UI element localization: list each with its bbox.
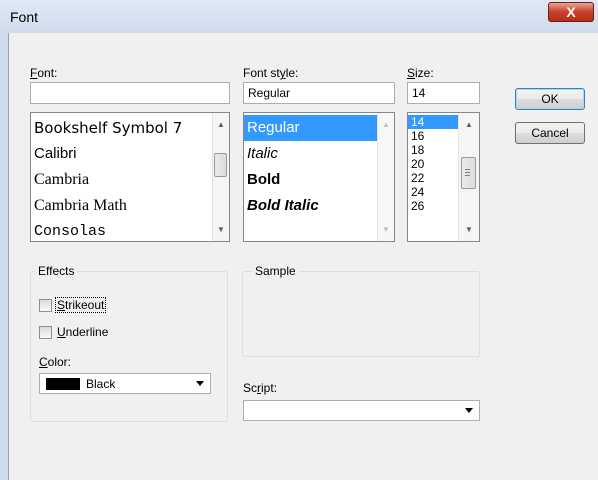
size-list-scrollbar[interactable]: ▲ ▼	[458, 113, 479, 241]
cancel-button[interactable]: Cancel	[515, 122, 585, 144]
style-list-item-italic[interactable]: Italic	[244, 141, 377, 167]
close-icon: X	[566, 4, 576, 20]
font-list-item-cambria[interactable]: Cambria	[31, 167, 212, 193]
color-label-text: olor:	[47, 355, 72, 369]
color-swatch	[46, 378, 80, 390]
close-button[interactable]: X	[548, 2, 594, 22]
font-style-label-a: Font st	[243, 66, 280, 80]
size-list-item-22[interactable]: 22	[408, 171, 458, 185]
color-select[interactable]: Black	[39, 373, 211, 394]
size-list-item-18[interactable]: 18	[408, 143, 458, 157]
dialog-title: Font	[10, 9, 39, 25]
style-list-item-bold-italic[interactable]: Bold Italic	[244, 193, 377, 219]
underline-text: nderline	[65, 325, 109, 339]
script-label: Script:	[243, 381, 277, 395]
effects-group-title: Effects	[35, 264, 78, 278]
font-style-label-b: le:	[285, 66, 299, 80]
script-label-a: Sc	[243, 381, 258, 395]
underline-checkbox[interactable]	[39, 326, 52, 339]
size-label-text: ize:	[415, 66, 434, 80]
font-list-item-calibri[interactable]: Calibri	[31, 141, 212, 167]
color-label: Color:	[39, 355, 71, 369]
size-list-item-14[interactable]: 14	[408, 115, 458, 129]
grip-line	[465, 172, 470, 173]
ok-button[interactable]: OK	[515, 88, 585, 110]
underline-label[interactable]: Underline	[57, 325, 108, 339]
sample-group	[242, 271, 480, 357]
strikeout-accel: S	[57, 298, 66, 312]
font-list-scrollbar[interactable]: ▲ ▼	[212, 113, 229, 241]
scroll-down-icon[interactable]: ▼	[378, 221, 394, 238]
font-style-label: Font style:	[243, 66, 298, 80]
style-list-item-bold[interactable]: Bold	[244, 167, 377, 193]
font-style-list[interactable]: Regular Italic Bold Bold Italic ▲ ▼	[243, 112, 395, 242]
style-list-scrollbar[interactable]: ▲ ▼	[377, 113, 394, 241]
font-input[interactable]	[30, 82, 230, 104]
scroll-thumb[interactable]	[214, 153, 227, 177]
size-input[interactable]: 14	[407, 82, 480, 104]
grip-line	[465, 175, 470, 176]
size-list-item-26[interactable]: 26	[408, 199, 458, 213]
font-list-item-consolas[interactable]: Consolas	[31, 219, 212, 241]
scroll-down-icon[interactable]: ▼	[213, 221, 229, 238]
title-bar: Font X	[0, 0, 598, 33]
window-frame-edge	[8, 33, 9, 480]
scroll-up-icon[interactable]: ▲	[213, 116, 229, 133]
strikeout-checkbox[interactable]	[39, 299, 52, 312]
strikeout-text: trikeout	[65, 298, 105, 312]
underline-accel: U	[57, 325, 66, 339]
scroll-up-icon[interactable]: ▲	[378, 116, 394, 133]
font-style-input[interactable]: Regular	[243, 82, 395, 104]
color-label-accel: C	[39, 355, 48, 369]
size-list[interactable]: 14 16 18 20 22 24 26 ▲ ▼	[407, 112, 480, 242]
script-label-b: ipt:	[261, 381, 278, 395]
chevron-down-icon	[196, 381, 204, 386]
size-label-accel: S	[407, 66, 416, 80]
effects-group	[30, 271, 228, 422]
scroll-thumb[interactable]	[461, 157, 476, 189]
font-list-item-cambria-math[interactable]: Cambria Math	[31, 193, 212, 219]
font-label: Font:	[30, 66, 57, 80]
window-frame-left	[0, 33, 8, 480]
size-list-item-20[interactable]: 20	[408, 157, 458, 171]
size-label: Size:	[407, 66, 434, 80]
color-select-value: Black	[86, 377, 116, 391]
chevron-down-icon	[465, 408, 473, 413]
font-list[interactable]: Bookshelf Symbol 7 Calibri Cambria Cambr…	[30, 112, 230, 242]
script-select[interactable]	[243, 400, 480, 421]
font-list-item-bookshelf[interactable]: Bookshelf Symbol 7	[31, 115, 212, 141]
scroll-up-icon[interactable]: ▲	[459, 116, 479, 133]
grip-line	[465, 169, 470, 170]
sample-group-title: Sample	[252, 264, 299, 278]
size-list-item-16[interactable]: 16	[408, 129, 458, 143]
scroll-down-icon[interactable]: ▼	[459, 221, 479, 238]
font-dialog: Font X Font: Bookshelf Symbol 7 Calibri …	[0, 0, 598, 480]
style-list-item-regular[interactable]: Regular	[244, 115, 377, 141]
strikeout-label[interactable]: Strikeout	[54, 297, 107, 313]
font-label-text: ont:	[37, 66, 58, 80]
size-list-item-24[interactable]: 24	[408, 185, 458, 199]
